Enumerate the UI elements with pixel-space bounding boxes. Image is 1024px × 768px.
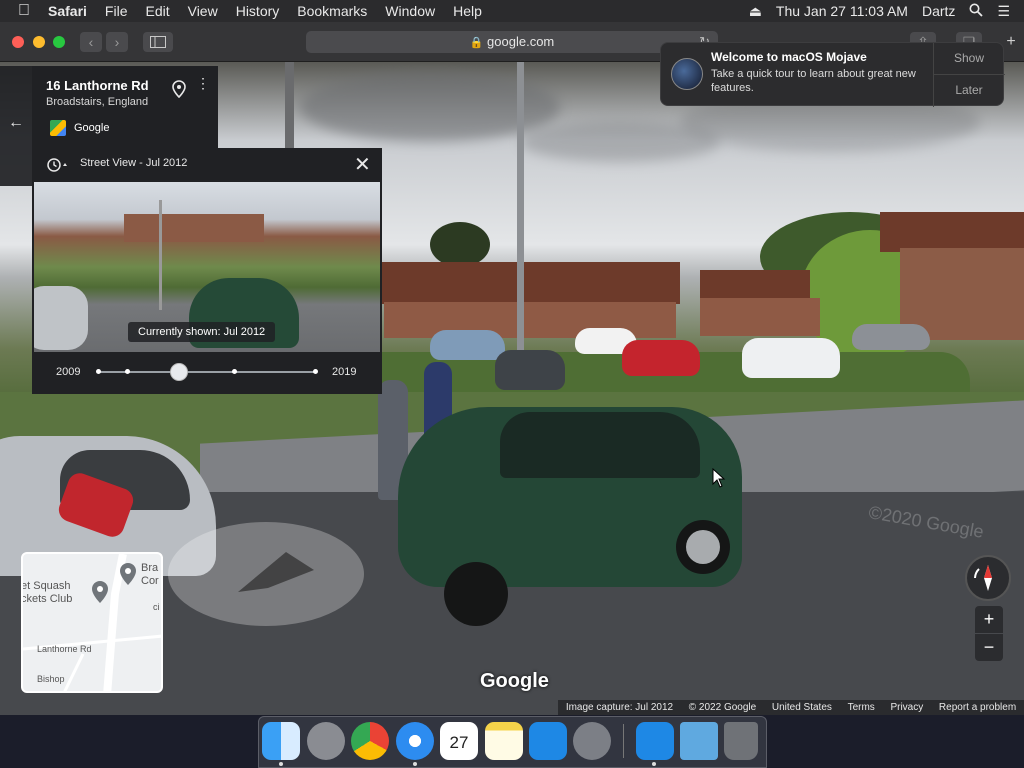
footer-country[interactable]: United States — [772, 702, 832, 713]
menu-app-name[interactable]: Safari — [39, 0, 96, 22]
map-pin-icon — [91, 580, 109, 609]
history-clock-icon[interactable] — [46, 157, 68, 178]
footer-report-link[interactable]: Report a problem — [939, 702, 1016, 713]
minimap-poi-label: et Squash ckets Club — [21, 580, 73, 605]
menu-view[interactable]: View — [179, 0, 227, 22]
menu-file[interactable]: File — [96, 0, 137, 22]
notification-show-button[interactable]: Show — [933, 51, 1005, 65]
map-pin-icon — [119, 562, 137, 591]
arrow-left-icon: ← — [8, 114, 24, 131]
street-view-date-header: Street View - Jul 2012 — [80, 157, 188, 169]
trash-icon[interactable] — [724, 722, 758, 760]
app-store-icon[interactable] — [529, 722, 567, 760]
year-start-label: 2009 — [56, 366, 81, 378]
compass-icon[interactable] — [965, 555, 1011, 601]
map-pin-icon[interactable] — [172, 80, 186, 103]
zoom-out-button[interactable]: − — [975, 634, 1003, 661]
minimize-window-button[interactable] — [33, 36, 45, 48]
safari-icon[interactable] — [396, 722, 434, 760]
timeline-slider-knob[interactable] — [169, 363, 188, 381]
timeline-dot[interactable] — [232, 369, 237, 374]
notification-body: Take a quick tour to learn about great n… — [711, 68, 916, 94]
google-maps-logo-icon — [50, 120, 66, 136]
footer-copyright: © 2022 Google — [688, 702, 757, 713]
launchpad-icon[interactable] — [307, 722, 345, 760]
currently-shown-label: Currently shown: Jul 2012 — [128, 322, 276, 342]
menu-history[interactable]: History — [227, 0, 289, 22]
chrome-icon[interactable] — [351, 722, 389, 760]
user-name[interactable]: Dartz — [915, 3, 962, 19]
street-view-thumbnail[interactable]: Currently shown: Jul 2012 — [34, 182, 380, 352]
running-indicator — [652, 762, 656, 766]
close-window-button[interactable] — [12, 36, 24, 48]
notification-center-icon[interactable]: ☰ — [990, 3, 1024, 20]
timeline-dot[interactable] — [125, 369, 130, 374]
year-end-label: 2019 — [332, 366, 357, 378]
calendar-icon[interactable]: 27 — [440, 722, 478, 760]
mojave-notification[interactable]: Welcome to macOS Mojave Take a quick tou… — [660, 42, 1005, 107]
place-source: Google — [74, 122, 110, 134]
notes-icon[interactable] — [485, 722, 523, 760]
menu-edit[interactable]: Edit — [136, 0, 178, 22]
zoom-in-button[interactable]: + — [975, 606, 1003, 633]
mouse-cursor-icon — [712, 467, 726, 493]
forward-button[interactable]: › — [106, 32, 128, 52]
running-indicator — [413, 762, 417, 766]
mini-map[interactable]: et Squash ckets Club Bra Cor Lanthorne R… — [21, 552, 163, 693]
spotlight-search-icon[interactable] — [962, 3, 990, 20]
apple-icon[interactable]:  — [0, 0, 39, 22]
menu-bar:  Safari File Edit View History Bookmark… — [0, 0, 1024, 22]
timeline-dot[interactable] — [96, 369, 101, 374]
map-footer: Image capture: Jul 2012 © 2022 Google Un… — [558, 700, 1024, 715]
footer-capture-date: Image capture: Jul 2012 — [565, 702, 674, 713]
address-url: google.com — [487, 34, 555, 49]
lock-icon: 🔒 — [469, 37, 484, 49]
notification-later-button[interactable]: Later — [933, 83, 1005, 97]
downloads-folder-icon[interactable] — [680, 722, 718, 760]
sidebar-toggle-icon[interactable] — [143, 32, 173, 52]
back-button[interactable]: ‹ — [80, 32, 102, 52]
more-options-icon[interactable]: ⋮ — [196, 76, 210, 90]
finder-icon[interactable] — [262, 722, 300, 760]
back-to-map-button[interactable]: ← — [0, 66, 32, 186]
minimap-road-label: Bishop — [37, 674, 65, 684]
navigation-arrow-control[interactable] — [168, 522, 364, 626]
timeline-dot[interactable] — [313, 369, 318, 374]
address-bar[interactable]: 🔒 google.com ↻ — [306, 31, 718, 53]
zoom-window-button[interactable] — [53, 36, 65, 48]
menu-bookmarks[interactable]: Bookmarks — [288, 0, 376, 22]
clock[interactable]: Thu Jan 27 11:03 AM — [769, 3, 915, 19]
footer-terms-link[interactable]: Terms — [848, 702, 875, 713]
eject-icon[interactable]: ⏏ — [742, 3, 769, 20]
system-preferences-icon[interactable] — [573, 722, 611, 760]
place-title: 16 Lanthorne Rd — [46, 78, 149, 93]
running-indicator — [279, 762, 283, 766]
minimap-poi-label: Bra Cor — [141, 562, 159, 587]
place-card: 16 Lanthorne Rd Broadstairs, England ⋮ G… — [32, 66, 218, 148]
notification-title: Welcome to macOS Mojave — [711, 50, 867, 64]
minimap-road-label: ci — [153, 602, 160, 612]
footer-privacy-link[interactable]: Privacy — [890, 702, 923, 713]
google-logo: Google — [480, 670, 549, 692]
place-subtitle: Broadstairs, England — [46, 96, 149, 108]
menu-help[interactable]: Help — [444, 0, 491, 22]
minimap-road-label: Lanthorne Rd — [37, 644, 92, 654]
timeline-track[interactable] — [98, 371, 316, 373]
close-icon[interactable]: ✕ — [354, 152, 371, 177]
app-store-icon[interactable] — [636, 722, 674, 760]
menu-window[interactable]: Window — [376, 0, 444, 22]
mojave-app-icon — [671, 58, 703, 90]
